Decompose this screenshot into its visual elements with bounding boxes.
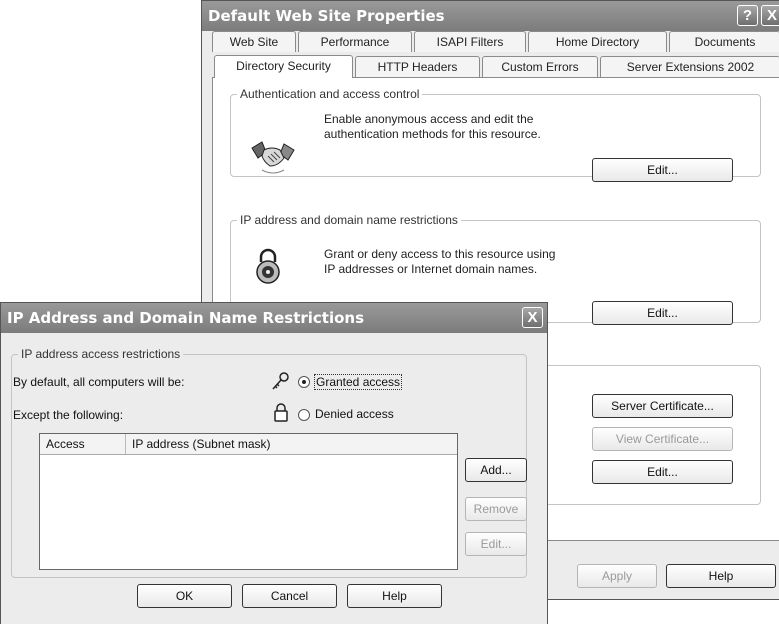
auth-legend: Authentication and access control <box>240 87 420 101</box>
apply-button[interactable]: Apply <box>577 564 657 588</box>
tab-directory-security[interactable]: Directory Security <box>214 55 353 78</box>
close-icon: X <box>766 7 777 24</box>
question-icon: ? <box>742 7 753 24</box>
auth-text-line2: authentication methods for this resource… <box>324 127 541 141</box>
cancel-button[interactable]: Cancel <box>242 584 337 608</box>
denied-label[interactable]: Denied access <box>315 407 394 421</box>
column-access[interactable]: Access <box>40 434 126 454</box>
tab-isapi-filters[interactable]: ISAPI Filters <box>414 31 526 52</box>
except-label: Except the following: <box>13 408 124 422</box>
tab-documents[interactable]: Documents <box>669 31 779 52</box>
close-icon: X <box>527 309 538 326</box>
column-ip-address[interactable]: IP address (Subnet mask) <box>126 434 456 454</box>
tab-web-site[interactable]: Web Site <box>212 31 296 52</box>
default-label: By default, all computers will be: <box>13 375 185 389</box>
tab-custom-errors[interactable]: Custom Errors <box>482 56 598 77</box>
properties-title: Default Web Site Properties <box>208 7 445 25</box>
handshake-icon <box>251 141 295 174</box>
lock-icon <box>274 403 288 422</box>
dialog-titlebar[interactable]: IP Address and Domain Name Restrictions <box>1 303 547 333</box>
add-button[interactable]: Add... <box>465 458 527 482</box>
properties-help-button[interactable]: Help <box>666 564 776 588</box>
ip-text-line1: Grant or deny access to this resource us… <box>324 247 556 261</box>
ip-text-line2: IP addresses or Internet domain names. <box>324 262 538 276</box>
tab-server-extensions[interactable]: Server Extensions 2002 <box>600 56 779 77</box>
dialog-close-button[interactable]: X <box>522 307 543 328</box>
tab-http-headers[interactable]: HTTP Headers <box>355 56 480 77</box>
close-title-button[interactable]: X <box>761 5 779 26</box>
padlock-icon <box>256 248 280 284</box>
help-title-button[interactable]: ? <box>737 5 758 26</box>
dialog-help-button[interactable]: Help <box>347 584 442 608</box>
list-header: Access IP address (Subnet mask) <box>40 434 457 455</box>
access-restrictions-legend: IP address access restrictions <box>21 347 181 361</box>
ip-restrictions-dialog: IP Address and Domain Name Restrictions … <box>0 302 548 624</box>
auth-edit-button[interactable]: Edit... <box>592 158 733 182</box>
granted-label[interactable]: Granted access <box>314 374 403 390</box>
auth-text-line1: Enable anonymous access and edit the <box>324 112 534 126</box>
restrictions-list[interactable]: Access IP address (Subnet mask) <box>39 433 458 570</box>
ip-legend: IP address and domain name restrictions <box>240 213 458 227</box>
server-certificate-button[interactable]: Server Certificate... <box>592 394 733 418</box>
ok-button[interactable]: OK <box>137 584 232 608</box>
granted-radio[interactable] <box>298 376 310 388</box>
properties-titlebar[interactable]: Default Web Site Properties <box>202 1 779 31</box>
key-icon <box>272 372 289 390</box>
secure-edit-button[interactable]: Edit... <box>592 460 733 484</box>
denied-radio[interactable] <box>298 409 310 421</box>
dialog-title: IP Address and Domain Name Restrictions <box>7 309 365 327</box>
ip-edit-button[interactable]: Edit... <box>592 301 733 325</box>
edit-entry-button[interactable]: Edit... <box>465 532 527 556</box>
tab-home-directory[interactable]: Home Directory <box>528 31 667 52</box>
remove-button[interactable]: Remove <box>465 497 527 521</box>
view-certificate-button[interactable]: View Certificate... <box>592 427 733 451</box>
tab-performance[interactable]: Performance <box>298 31 412 52</box>
